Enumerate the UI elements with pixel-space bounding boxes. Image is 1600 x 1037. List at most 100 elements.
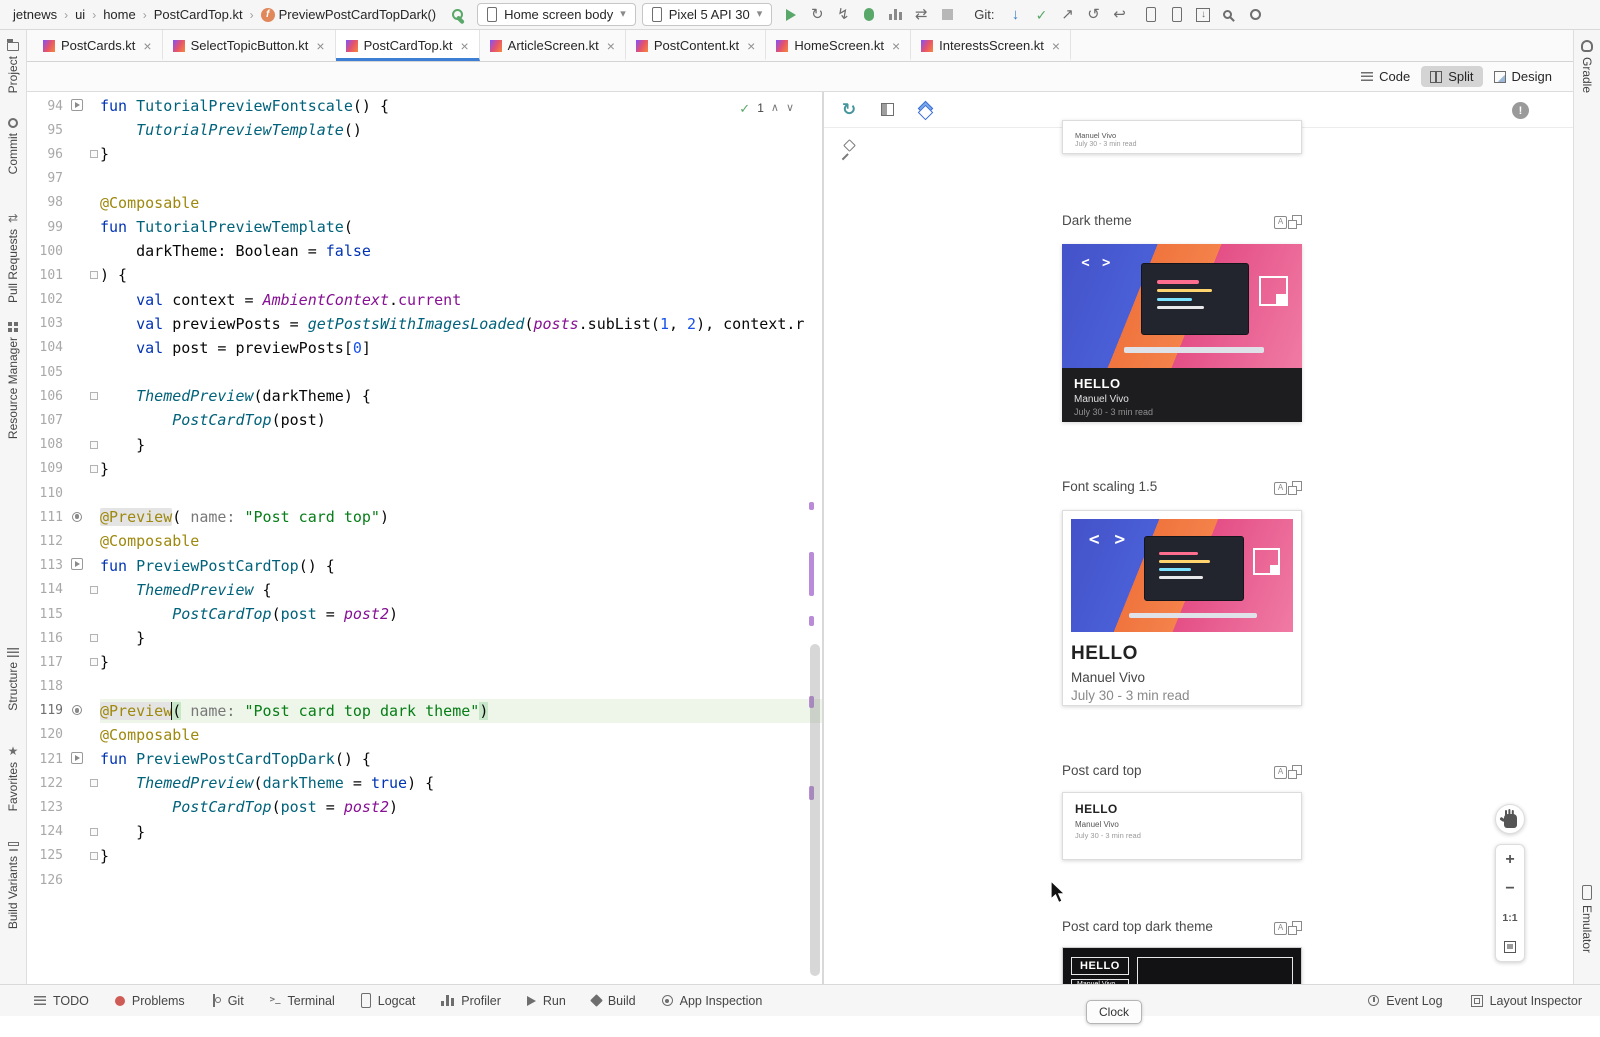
code-line-94[interactable]: 94fun TutorialPreviewFontscale() { — [27, 94, 822, 118]
tab-homescreen-kt[interactable]: HomeScreen.kt× — [766, 30, 911, 61]
tab-close-icon[interactable]: × — [607, 38, 615, 54]
settings-button[interactable] — [1242, 3, 1268, 27]
run-button[interactable] — [778, 3, 804, 27]
gutter-preview-run-button[interactable] — [71, 99, 83, 114]
fold-marker-icon[interactable] — [90, 465, 98, 473]
code-line-98[interactable]: 98@Composable — [27, 191, 822, 215]
tool-button-structure[interactable]: Structure — [0, 648, 26, 711]
code-line-111[interactable]: 111@Preview( name: "Post card top") — [27, 505, 822, 529]
code-line-103[interactable]: 103 val previewPosts = getPostsWithImage… — [27, 312, 822, 336]
tab-articlescreen-kt[interactable]: ArticleScreen.kt× — [480, 30, 626, 61]
next-issue-icon[interactable]: ∨ — [786, 103, 794, 114]
tab-close-icon[interactable]: × — [143, 38, 151, 54]
zoom-out-button[interactable]: − — [1496, 874, 1524, 903]
preview-config-button[interactable] — [1274, 478, 1287, 495]
run-configuration-select[interactable]: Home screen body — [477, 3, 636, 26]
open-in-new-button[interactable] — [1287, 479, 1302, 494]
tab-close-icon[interactable]: × — [747, 38, 755, 54]
layers-button[interactable] — [912, 98, 938, 122]
tool-button-emulator[interactable]: Emulator — [1574, 885, 1600, 953]
view-mode-split[interactable]: Split — [1421, 66, 1482, 87]
emulator-button[interactable] — [1164, 3, 1190, 27]
status-item-run[interactable]: Run — [527, 993, 566, 1008]
history-button[interactable]: ↺ — [1080, 3, 1106, 27]
sdk-manager-button[interactable]: ↓ — [1190, 3, 1216, 27]
open-in-new-button[interactable] — [1287, 763, 1302, 778]
code-line-108[interactable]: 108 } — [27, 433, 822, 457]
breadcrumb-item-postcardtop-kt[interactable]: PostCardTop.kt — [151, 6, 246, 23]
zoom-to-fit-button[interactable] — [1496, 932, 1524, 961]
update-project-button[interactable]: ↓ — [1002, 3, 1028, 27]
code-line-112[interactable]: 112@Composable — [27, 529, 822, 553]
status-item-build[interactable]: Build — [592, 993, 636, 1008]
tool-button-project[interactable]: Project — [0, 38, 26, 93]
code-line-99[interactable]: 99fun TutorialPreviewTemplate( — [27, 215, 822, 239]
fold-marker-icon[interactable] — [90, 150, 98, 158]
code-line-119[interactable]: 119@Preview( name: "Post card top dark t… — [27, 699, 822, 723]
preview-config-button[interactable] — [1274, 212, 1287, 229]
view-mode-code[interactable]: Code — [1352, 66, 1419, 87]
tab-selecttopicbutton-kt[interactable]: SelectTopicButton.kt× — [163, 30, 336, 61]
fold-marker-icon[interactable] — [90, 586, 98, 594]
preview-config-button[interactable] — [1274, 762, 1287, 779]
code-line-121[interactable]: 121fun PreviewPostCardTopDark() { — [27, 747, 822, 771]
status-item-event-log[interactable]: Event Log — [1368, 994, 1442, 1008]
tab-postcardtop-kt[interactable]: PostCardTop.kt× — [336, 30, 480, 61]
editor-scrollbar[interactable] — [808, 92, 822, 984]
fold-marker-icon[interactable] — [90, 658, 98, 666]
refresh-preview-button[interactable]: ↻ — [836, 98, 862, 122]
gutter-gear-button[interactable] — [72, 510, 82, 525]
breadcrumb-item-home[interactable]: home — [100, 6, 139, 23]
rollback-button[interactable]: ↩ — [1106, 3, 1132, 27]
push-button[interactable]: ↗ — [1054, 3, 1080, 27]
inspection-widget[interactable]: ✓ 1 ∧ ∨ — [739, 101, 794, 115]
tool-button-resource-manager[interactable]: Resource Manager — [0, 322, 26, 439]
status-item-profiler[interactable]: Profiler — [441, 993, 501, 1008]
code-line-104[interactable]: 104 val post = previewPosts[0] — [27, 336, 822, 360]
stop-button[interactable] — [934, 3, 960, 27]
fold-marker-icon[interactable] — [90, 828, 98, 836]
attach-debugger-button[interactable]: ⇄ — [908, 3, 934, 27]
pin-icon[interactable] — [840, 140, 855, 155]
code-line-125[interactable]: 125} — [27, 844, 822, 868]
code-line-105[interactable]: 105 — [27, 360, 822, 384]
code-line-120[interactable]: 120@Composable — [27, 723, 822, 747]
tab-close-icon[interactable]: × — [460, 38, 468, 54]
tab-close-icon[interactable]: × — [316, 38, 324, 54]
code-line-102[interactable]: 102 val context = AmbientContext.current — [27, 288, 822, 312]
tool-button-pull-requests[interactable]: ⇄Pull Requests — [0, 212, 26, 303]
code-line-97[interactable]: 97 — [27, 167, 822, 191]
code-line-122[interactable]: 122 ThemedPreview(darkTheme = true) { — [27, 771, 822, 795]
fold-marker-icon[interactable] — [90, 271, 98, 279]
tool-button-gradle[interactable]: Gradle — [1574, 40, 1600, 93]
status-item-terminal[interactable]: >_Terminal — [270, 993, 335, 1008]
tab-close-icon[interactable]: × — [1052, 38, 1060, 54]
breadcrumb-item-previewpostcardtopdark-[interactable]: fPreviewPostCardTopDark() — [258, 6, 440, 23]
status-item-app-inspection[interactable]: App Inspection — [662, 993, 763, 1008]
code-line-117[interactable]: 117} — [27, 650, 822, 674]
fold-marker-icon[interactable] — [90, 852, 98, 860]
code-line-124[interactable]: 124 } — [27, 820, 822, 844]
zoom-actual-size-button[interactable]: 1:1 — [1496, 903, 1524, 932]
previous-issue-icon[interactable]: ∧ — [771, 103, 779, 114]
tab-postcards-kt[interactable]: PostCards.kt× — [33, 30, 163, 61]
code-line-113[interactable]: 113fun PreviewPostCardTop() { — [27, 554, 822, 578]
layout-mode-button[interactable] — [874, 98, 900, 122]
breadcrumb-item-ui[interactable]: ui — [72, 6, 88, 23]
code-line-126[interactable]: 126 — [27, 868, 822, 892]
apply-changes-button[interactable]: ↻ — [804, 3, 830, 27]
status-item-logcat[interactable]: Logcat — [361, 993, 416, 1008]
code-line-109[interactable]: 109} — [27, 457, 822, 481]
breadcrumb-item-jetnews[interactable]: jetnews — [10, 6, 60, 23]
open-in-new-button[interactable] — [1287, 213, 1302, 228]
clock-button[interactable]: Clock — [1086, 1000, 1142, 1024]
code-line-123[interactable]: 123 PostCardTop(post = post2) — [27, 795, 822, 819]
code-line-101[interactable]: 101) { — [27, 263, 822, 287]
tool-button-commit[interactable]: Commit — [0, 118, 26, 174]
tab-interestsscreen-kt[interactable]: InterestsScreen.kt× — [911, 30, 1071, 61]
build-refresh-button[interactable] — [445, 3, 471, 27]
tool-button-build-variants[interactable]: Build Variants — [0, 842, 26, 929]
tab-postcontent-kt[interactable]: PostContent.kt× — [626, 30, 766, 61]
preview-config-button[interactable] — [1274, 918, 1287, 935]
tool-button-favorites[interactable]: ★Favorites — [0, 745, 26, 811]
